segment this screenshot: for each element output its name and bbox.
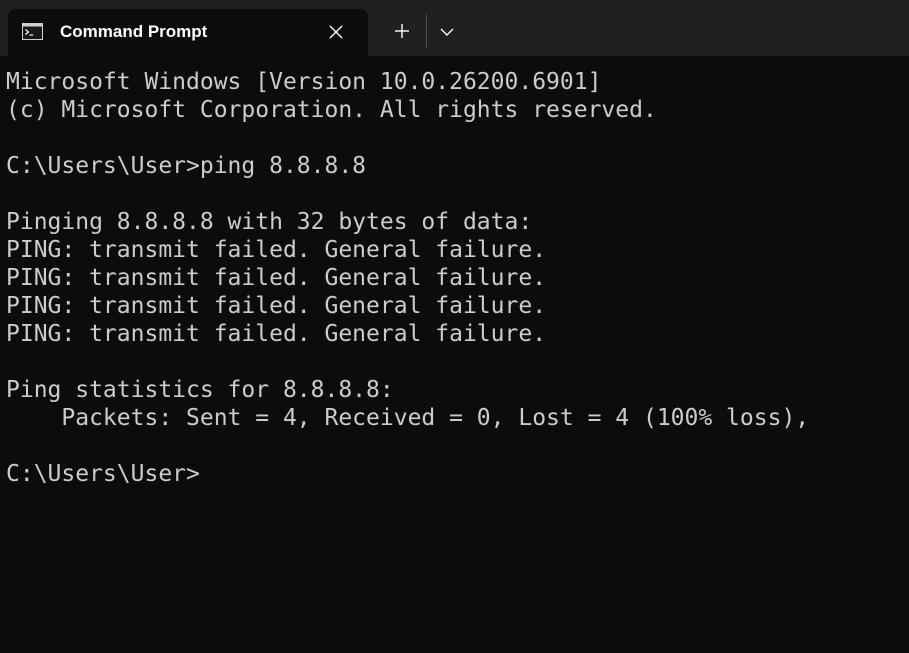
console-line: Ping statistics for 8.8.8.8: [6,377,394,403]
console-line: Packets: Sent = 4, Received = 0, Lost = … [6,405,810,431]
console-line: PING: transmit failed. General failure. [6,293,547,319]
tab-title: Command Prompt [60,22,208,41]
console-line: (c) Microsoft Corporation. All rights re… [6,97,657,123]
terminal-window: Command Prompt Microsoft Windows [Versio… [0,0,909,653]
console-prompt[interactable]: C:\Users\User> [6,460,200,488]
tab-divider [426,14,427,48]
console-line: PING: transmit failed. General failure. [6,237,547,263]
chevron-down-icon[interactable] [434,17,460,45]
console-line: PING: transmit failed. General failure. [6,265,547,291]
console-line: PING: transmit failed. General failure. [6,321,547,347]
console-output[interactable]: Microsoft Windows [Version 10.0.26200.69… [0,56,909,653]
console-line: C:\Users\User>ping 8.8.8.8 [6,153,367,179]
title-bar: Command Prompt [0,0,909,56]
plus-icon[interactable] [386,17,418,45]
close-icon[interactable] [324,20,348,44]
console-line: Microsoft Windows [Version 10.0.26200.69… [6,69,602,95]
cmd-icon [22,23,43,40]
console-line: Pinging 8.8.8.8 with 32 bytes of data: [6,209,533,235]
tab-command-prompt[interactable]: Command Prompt [8,9,368,56]
